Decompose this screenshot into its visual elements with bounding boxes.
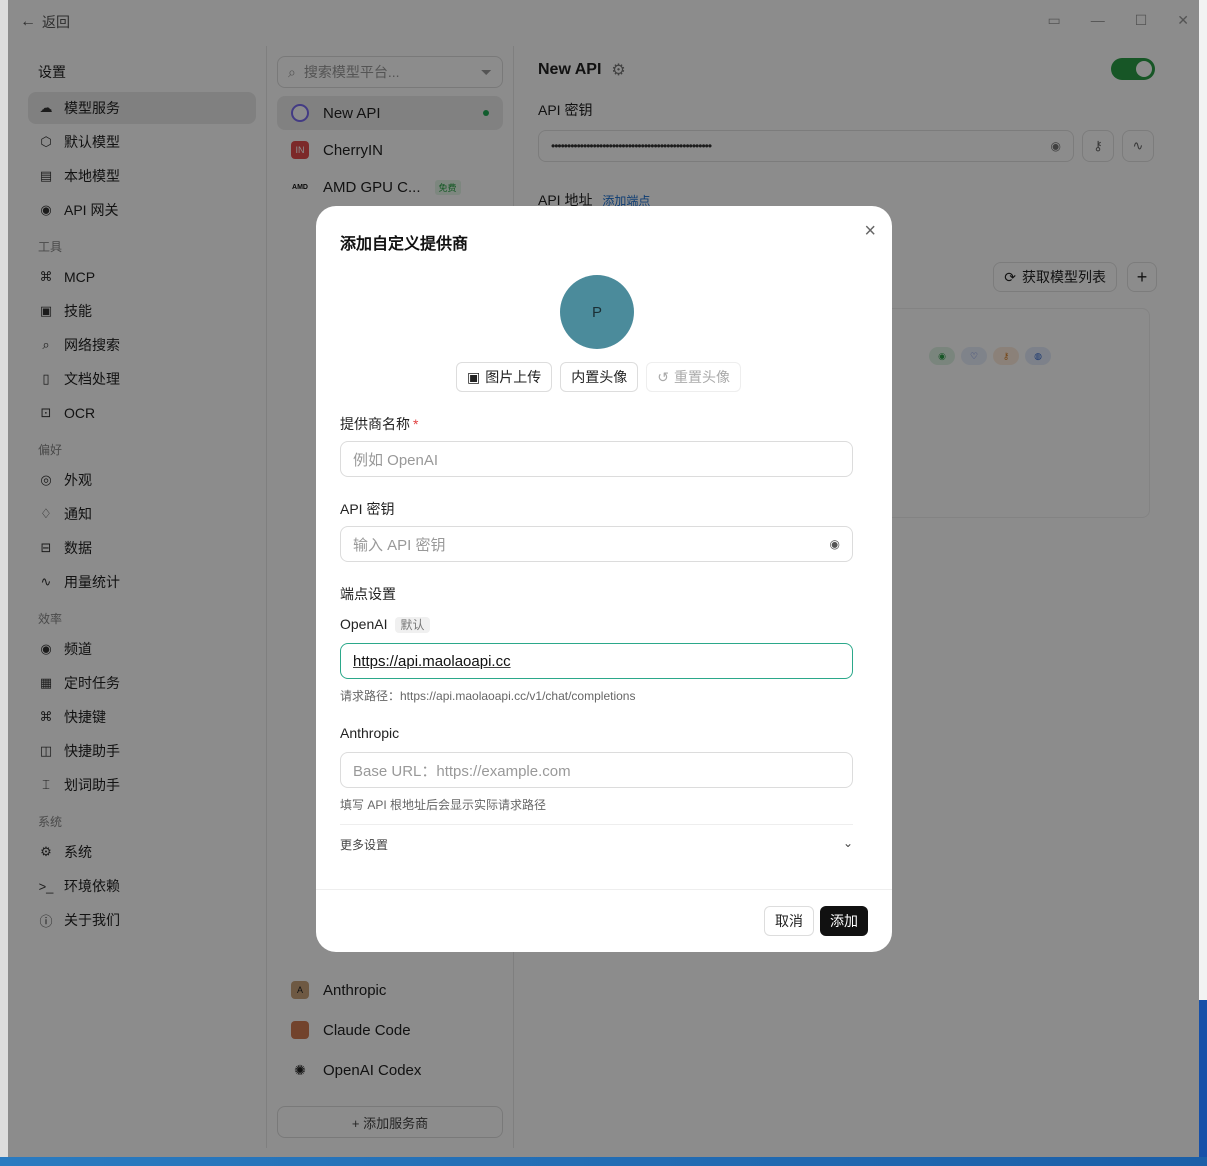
required-mark: *: [413, 416, 419, 432]
builtin-avatar-button[interactable]: 内置头像: [560, 362, 639, 392]
background-window-edge: [0, 0, 8, 1166]
provider-avatar: P: [560, 275, 634, 349]
upload-image-button[interactable]: ▣ 图片上传: [456, 362, 553, 392]
anthropic-endpoint-input[interactable]: Base URL：https://example.com: [340, 752, 853, 788]
divider: [340, 824, 853, 825]
anthropic-endpoint-label: Anthropic: [340, 725, 400, 741]
reset-avatar-button[interactable]: ↺ 重置头像: [646, 362, 741, 392]
background-desktop: [1199, 1000, 1207, 1166]
eye-icon[interactable]: ◉: [830, 537, 840, 551]
reset-icon: ↺: [657, 368, 669, 385]
api-key-field[interactable]: 输入 API 密钥 ◉: [340, 526, 853, 562]
openai-request-path-hint: 请求路径：https://api.maolaoapi.cc/v1/chat/co…: [340, 689, 636, 703]
api-key-field-label: API 密钥: [340, 501, 395, 517]
anthropic-hint: 填写 API 根地址后会显示实际请求路径: [340, 798, 547, 812]
image-plus-icon: ▣: [467, 368, 481, 385]
chevron-down-icon: ⌄: [842, 836, 853, 850]
more-settings-toggle[interactable]: 更多设置 ⌄: [340, 836, 853, 853]
provider-name-input[interactable]: 例如 OpenAI: [340, 441, 853, 477]
openai-endpoint-label: OpenAI 默认: [340, 616, 430, 633]
add-button[interactable]: 添加: [820, 906, 868, 936]
dialog-title: 添加自定义提供商: [340, 236, 469, 253]
add-provider-dialog: 添加自定义提供商 × P ▣ 图片上传 内置头像 ↺ 重置头像 提供商名称 * 例如 …: [316, 206, 892, 952]
endpoint-section-title: 端点设置: [340, 586, 396, 602]
cancel-button[interactable]: 取消: [764, 906, 814, 936]
close-icon[interactable]: ×: [864, 220, 876, 243]
provider-name-label: 提供商名称 *: [340, 416, 419, 432]
avatar-buttons: ▣ 图片上传 内置头像 ↺ 重置头像: [456, 362, 741, 392]
taskbar-edge: [0, 1157, 1207, 1166]
default-badge: 默认: [395, 617, 430, 633]
footer-divider: [316, 889, 892, 890]
background-window-right: [1199, 0, 1207, 1166]
openai-endpoint-input[interactable]: https://api.maolaoapi.cc: [340, 643, 853, 679]
